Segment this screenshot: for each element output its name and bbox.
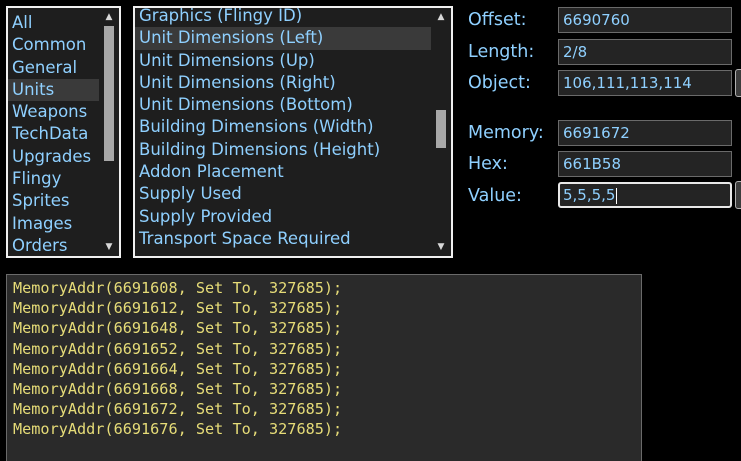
category-item-weapons[interactable]: Weapons	[8, 101, 99, 123]
scroll-track[interactable]	[436, 26, 446, 238]
object-label: Object:	[468, 73, 531, 93]
scroll-thumb[interactable]	[436, 110, 446, 148]
field-item-addon-placement[interactable]: Addon Placement	[135, 161, 431, 183]
category-item-flingy[interactable]: Flingy	[8, 168, 99, 190]
field-list[interactable]: Graphics (Flingy ID) Unit Dimensions (Lef…	[133, 6, 453, 258]
object-field[interactable]: 106,111,113,114	[558, 70, 732, 96]
memory-field[interactable]: 6691672	[558, 120, 732, 146]
offset-label: Offset:	[468, 10, 527, 30]
field-item-supply-provided[interactable]: Supply Provided	[135, 206, 431, 228]
field-list-scrollbar[interactable]: ▲ ▼	[431, 8, 451, 256]
field-item-building-dimensions-height[interactable]: Building Dimensions (Height)	[135, 139, 431, 161]
text-caret	[616, 187, 618, 204]
category-list-scrollbar[interactable]: ▲ ▼	[99, 8, 119, 256]
memory-label: Memory:	[468, 123, 544, 143]
code-line: MemoryAddr(6691664, Set To, 327685);	[13, 359, 343, 378]
category-item-common[interactable]: Common	[8, 34, 99, 56]
scroll-track[interactable]	[104, 26, 114, 238]
scroll-up-arrow-icon[interactable]: ▲	[99, 8, 119, 26]
hex-field[interactable]: 661B58	[558, 151, 732, 177]
category-item-sprites[interactable]: Sprites	[8, 190, 99, 212]
field-item-unit-dimensions-bottom[interactable]: Unit Dimensions (Bottom)	[135, 94, 431, 116]
scroll-down-arrow-icon[interactable]: ▼	[99, 238, 119, 256]
category-item-units[interactable]: Units	[8, 78, 99, 102]
offset-field[interactable]: 6690760	[558, 7, 732, 33]
code-line: MemoryAddr(6691648, Set To, 327685);	[13, 319, 343, 338]
scroll-down-arrow-icon[interactable]: ▼	[431, 238, 451, 256]
category-item-general[interactable]: General	[8, 57, 99, 79]
scroll-up-arrow-icon[interactable]: ▲	[431, 8, 451, 26]
category-item-images[interactable]: Images	[8, 213, 99, 235]
value-side-button[interactable]	[735, 181, 741, 209]
length-label: Length:	[468, 42, 535, 62]
category-item-upgrades[interactable]: Upgrades	[8, 146, 99, 168]
field-item-unit-dimensions-left[interactable]: Unit Dimensions (Left)	[135, 27, 431, 50]
field-item-unit-dimensions-up[interactable]: Unit Dimensions (Up)	[135, 50, 431, 72]
category-item-all[interactable]: All	[8, 12, 99, 34]
value-label: Value:	[468, 186, 522, 206]
field-item-supply-used[interactable]: Supply Used	[135, 183, 431, 205]
object-side-button[interactable]	[735, 69, 741, 97]
code-line: MemoryAddr(6691668, Set To, 327685);	[13, 379, 343, 398]
category-item-techdata[interactable]: TechData	[8, 123, 99, 145]
code-line: MemoryAddr(6691608, Set To, 327685);	[13, 279, 343, 297]
code-line: MemoryAddr(6691676, Set To, 327685);	[13, 420, 343, 439]
code-line: MemoryAddr(6691612, Set To, 327685);	[13, 299, 343, 318]
code-output-panel[interactable]: MemoryAddr(6691608, Set To, 327685); Memo…	[6, 274, 642, 461]
value-field[interactable]: 5,5,5,5	[558, 182, 732, 208]
code-line: MemoryAddr(6691672, Set To, 327685);	[13, 400, 343, 419]
field-item-unit-dimensions-right[interactable]: Unit Dimensions (Right)	[135, 72, 431, 94]
code-line: MemoryAddr(6691652, Set To, 327685);	[13, 339, 343, 358]
field-item-transport-space-required[interactable]: Transport Space Required	[135, 228, 431, 250]
category-list-items: All Common General Units Weapons TechData Upgr…	[8, 12, 99, 256]
scroll-thumb[interactable]	[104, 26, 114, 161]
category-list[interactable]: All Common General Units Weapons TechData Upgr…	[6, 6, 121, 258]
field-list-items: Graphics (Flingy ID) Unit Dimensions (Lef…	[135, 8, 431, 256]
field-item-graphics-flingy-id[interactable]: Graphics (Flingy ID)	[135, 8, 431, 27]
field-item-building-dimensions-width[interactable]: Building Dimensions (Width)	[135, 116, 431, 138]
hex-label: Hex:	[468, 154, 508, 174]
length-field[interactable]: 2/8	[558, 39, 732, 65]
category-item-orders[interactable]: Orders	[8, 235, 99, 256]
value-field-text: 5,5,5,5	[563, 186, 616, 204]
